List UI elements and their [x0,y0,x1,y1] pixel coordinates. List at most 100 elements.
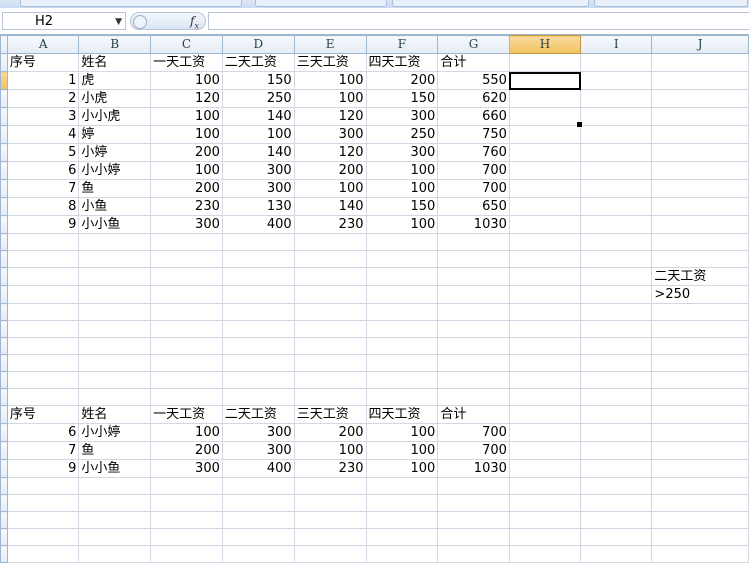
cell-b8[interactable]: 鱼 [78,179,152,198]
cell-g21[interactable]: 合计 [437,405,510,424]
cell-a14[interactable] [6,285,80,304]
formula-input[interactable] [208,12,749,30]
cell-f13[interactable] [365,267,439,286]
cell-h27[interactable] [508,511,582,529]
cell-d2[interactable]: 150 [221,71,295,90]
row-header[interactable] [0,441,8,460]
cell-j21[interactable] [651,405,749,424]
cell-g6[interactable]: 760 [437,143,510,162]
cell-c23[interactable]: 200 [150,441,223,460]
cell-c15[interactable] [150,303,223,321]
cell-d28[interactable] [221,528,295,546]
cell-e8[interactable]: 100 [293,179,367,198]
function-icon[interactable]: fx [190,13,199,34]
cell-i26[interactable] [580,494,653,512]
cell-h16[interactable] [508,320,582,338]
cell-h3[interactable] [508,89,582,108]
cell-c22[interactable]: 100 [150,423,223,442]
cell-j28[interactable] [651,528,749,546]
cell-d6[interactable]: 140 [221,143,295,162]
cell-f23[interactable]: 100 [365,441,439,460]
cell-e6[interactable]: 120 [293,143,367,162]
cell-b3[interactable]: 小虎 [78,89,152,108]
cell-d8[interactable]: 300 [221,179,295,198]
ribbon-group[interactable] [255,0,387,7]
cell-j23[interactable] [651,441,749,460]
cell-i17[interactable] [580,337,653,355]
row-header[interactable] [0,250,8,268]
cell-b4[interactable]: 小小虎 [78,107,152,126]
cell-d25[interactable] [221,477,295,495]
cell-b10[interactable]: 小小鱼 [78,215,152,234]
cell-h9[interactable] [508,197,582,216]
cell-d3[interactable]: 250 [221,89,295,108]
cell-c20[interactable] [150,388,223,406]
cell-f20[interactable] [365,388,439,406]
cell-b2[interactable]: 虎 [78,71,152,90]
row-header[interactable] [0,388,8,406]
cell-i4[interactable] [580,107,653,126]
formula-bar-resize-control[interactable]: fx [130,12,206,30]
row-header[interactable] [0,161,8,180]
select-all-corner[interactable] [0,35,8,54]
cell-i1[interactable] [580,53,653,72]
cell-j16[interactable] [651,320,749,338]
cell-c3[interactable]: 120 [150,89,223,108]
cell-j27[interactable] [651,511,749,529]
cell-a2[interactable]: 1 [6,71,80,90]
cell-a22[interactable]: 6 [6,423,80,442]
cell-c10[interactable]: 300 [150,215,223,234]
ribbon-group[interactable] [20,0,242,7]
cell-d9[interactable]: 130 [221,197,295,216]
cell-c17[interactable] [150,337,223,355]
cell-i15[interactable] [580,303,653,321]
column-header-c[interactable]: C [150,35,223,54]
cell-j17[interactable] [651,337,749,355]
cell-g28[interactable] [437,528,510,546]
cell-g19[interactable] [437,371,510,389]
cell-c5[interactable]: 100 [150,125,223,144]
cell-e16[interactable] [293,320,367,338]
cell-e23[interactable]: 100 [293,441,367,460]
cell-e5[interactable]: 300 [293,125,367,144]
cell-i2[interactable] [580,71,653,90]
cell-i21[interactable] [580,405,653,424]
row-header[interactable] [0,320,8,338]
row-header[interactable] [0,267,8,286]
cell-f4[interactable]: 300 [365,107,439,126]
cell-j4[interactable] [651,107,749,126]
cell-g24[interactable]: 1030 [437,459,510,478]
cell-f8[interactable]: 100 [365,179,439,198]
cell-g17[interactable] [437,337,510,355]
cell-i3[interactable] [580,89,653,108]
cell-a10[interactable]: 9 [6,215,80,234]
cell-j3[interactable] [651,89,749,108]
cell-a19[interactable] [6,371,80,389]
cell-h6[interactable] [508,143,582,162]
cell-d1[interactable]: 二天工资 [221,53,295,72]
cell-d29[interactable] [221,545,295,563]
cell-b16[interactable] [78,320,152,338]
cell-c25[interactable] [150,477,223,495]
cell-e11[interactable] [293,233,367,251]
cell-a24[interactable]: 9 [6,459,80,478]
cell-g26[interactable] [437,494,510,512]
cell-g29[interactable] [437,545,510,563]
cell-g20[interactable] [437,388,510,406]
cell-e20[interactable] [293,388,367,406]
cell-h29[interactable] [508,545,582,563]
row-header[interactable] [0,423,8,442]
row-header[interactable] [0,71,8,90]
cell-i8[interactable] [580,179,653,198]
cell-f21[interactable]: 四天工资 [365,405,439,424]
cell-g22[interactable]: 700 [437,423,510,442]
cell-f14[interactable] [365,285,439,304]
row-header[interactable] [0,143,8,162]
cell-b23[interactable]: 鱼 [78,441,152,460]
cell-h2[interactable] [508,71,582,90]
cell-e26[interactable] [293,494,367,512]
cell-i24[interactable] [580,459,653,478]
cell-j13[interactable]: 二天工资 [651,267,749,286]
cell-e29[interactable] [293,545,367,563]
cell-i16[interactable] [580,320,653,338]
